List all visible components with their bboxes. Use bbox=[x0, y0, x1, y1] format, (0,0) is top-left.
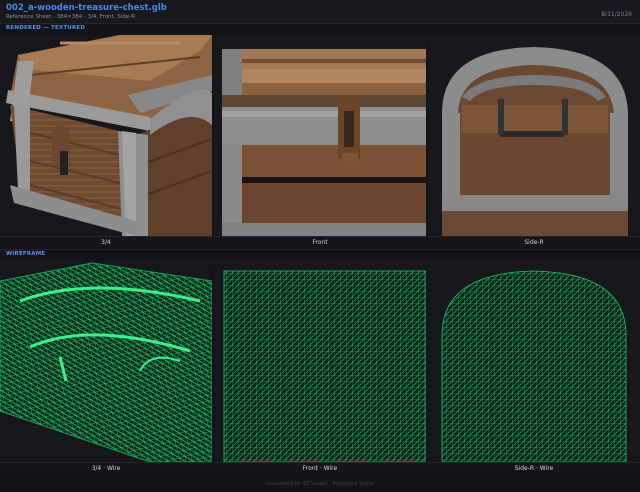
panel-side-textured: Side-R bbox=[428, 35, 640, 248]
viewport-side[interactable] bbox=[428, 35, 640, 236]
viewport-front-wire[interactable] bbox=[214, 261, 426, 462]
wireframe-row: 3/4 · Wire Front · Wire Side-R · Wire bbox=[0, 261, 640, 474]
section-label-wireframe: WIREFRAME bbox=[6, 251, 46, 257]
panel-front-wire: Front · Wire bbox=[214, 261, 426, 474]
sheet-footer: Generated by 3D Viewer · Reference Sheet bbox=[266, 481, 374, 487]
caption-side-wire: Side-R · Wire bbox=[428, 462, 640, 474]
sheet-header: 002_a-wooden-treasure-chest.glb Referenc… bbox=[0, 0, 640, 24]
panel-front-textured: Front bbox=[214, 35, 426, 248]
viewport-side-wire[interactable] bbox=[428, 261, 640, 462]
panel-side-wire: Side-R · Wire bbox=[428, 261, 640, 474]
caption-3-4-wire: 3/4 · Wire bbox=[0, 462, 212, 474]
panel-3-4-textured: 3/4 bbox=[0, 35, 212, 248]
textured-row: 3/4 Front Side-R bbox=[0, 35, 640, 248]
panel-3-4-wire: 3/4 · Wire bbox=[0, 261, 212, 474]
caption-side: Side-R bbox=[428, 236, 640, 248]
viewport-3-4-wire[interactable] bbox=[0, 261, 212, 462]
caption-front-wire: Front · Wire bbox=[214, 462, 426, 474]
file-title: 002_a-wooden-treasure-chest.glb bbox=[6, 3, 167, 13]
viewport-front[interactable] bbox=[214, 35, 426, 236]
section-label-textured: RENDERED — TEXTURED bbox=[6, 25, 86, 31]
caption-3-4: 3/4 bbox=[0, 236, 212, 248]
section-divider bbox=[0, 249, 640, 250]
sheet-subtitle: Reference Sheet · 384×384 · 3/4, Front, … bbox=[6, 14, 135, 20]
sheet-date: 8/11/2026 bbox=[601, 11, 632, 18]
caption-front: Front bbox=[214, 236, 426, 248]
viewport-3-4[interactable] bbox=[0, 35, 212, 236]
